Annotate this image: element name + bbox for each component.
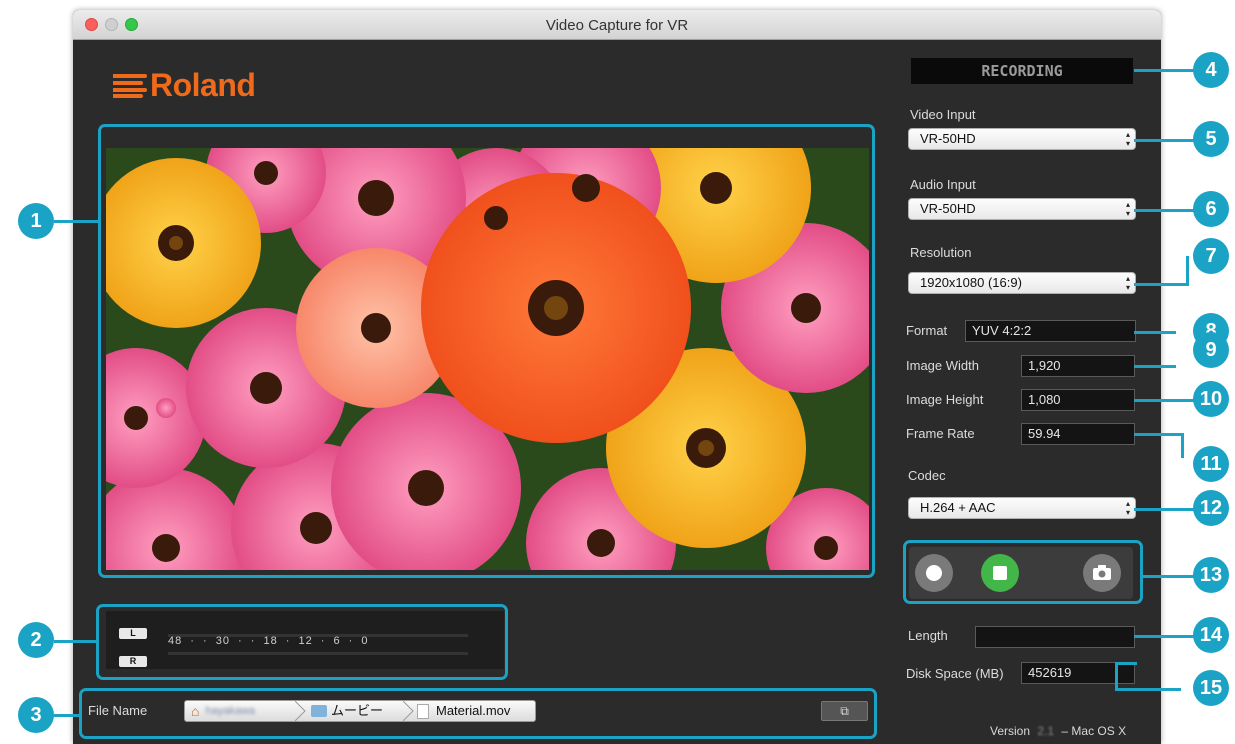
- callout-line-15: [1115, 662, 1137, 665]
- image-height-field: 1,080: [1021, 389, 1135, 411]
- callout-badge-12: 12: [1193, 490, 1229, 526]
- callout-line-15-vertical: [1115, 662, 1118, 690]
- select-arrows-icon: ▴ ▾: [1125, 200, 1130, 218]
- audio-input-select[interactable]: VR-50HD ▴ ▾: [908, 198, 1136, 220]
- callout-badge-11: 11: [1193, 446, 1229, 482]
- highlight-filename: [79, 688, 877, 739]
- resolution-select[interactable]: 1920x1080 (16:9) ▴ ▾: [908, 272, 1136, 294]
- callout-badge-13: 13: [1193, 557, 1229, 593]
- frame-rate-label: Frame Rate: [906, 426, 975, 441]
- format-field: YUV 4:2:2: [965, 320, 1136, 342]
- callout-badge-7: 7: [1193, 238, 1229, 274]
- disk-space-label: Disk Space (MB): [906, 666, 1004, 681]
- callout-line-15-bottom: [1115, 688, 1181, 691]
- callout-badge-14: 14: [1193, 617, 1229, 653]
- callout-badge-10: 10: [1193, 381, 1229, 417]
- video-input-label: Video Input: [910, 107, 976, 122]
- audio-input-label: Audio Input: [910, 177, 976, 192]
- image-height-label: Image Height: [906, 392, 984, 407]
- roland-logo: Roland: [113, 66, 256, 103]
- callout-line-10: [1134, 399, 1196, 402]
- callout-line-1: [54, 220, 100, 223]
- format-label: Format: [906, 323, 948, 338]
- version-platform: – Mac OS X: [1061, 724, 1127, 738]
- callout-badge-6: 6: [1193, 191, 1229, 227]
- select-arrows-icon: ▴ ▾: [1125, 499, 1130, 517]
- roland-mark-icon: [113, 72, 147, 98]
- video-input-value: VR-50HD: [920, 131, 976, 146]
- codec-select[interactable]: H.264 + AAC ▴ ▾: [908, 497, 1136, 519]
- recording-status-display: RECORDING: [911, 58, 1133, 84]
- version-info: Version 2.1 – Mac OS X: [990, 724, 1126, 738]
- resolution-value: 1920x1080 (16:9): [920, 275, 1022, 290]
- length-field: [975, 626, 1135, 648]
- callout-badge-5: 5: [1193, 121, 1229, 157]
- callout-line-11-vertical: [1181, 433, 1184, 458]
- callout-badge-4: 4: [1193, 52, 1229, 88]
- callout-line-7: [1134, 283, 1189, 286]
- codec-value: H.264 + AAC: [920, 500, 996, 515]
- roland-wordmark: Roland: [150, 66, 256, 103]
- highlight-preview: [98, 124, 875, 578]
- audio-input-value: VR-50HD: [920, 201, 976, 216]
- version-label: Version: [990, 724, 1031, 738]
- callout-badge-3: 3: [18, 697, 54, 733]
- callout-badge-1: 1: [18, 203, 54, 239]
- image-width-label: Image Width: [906, 358, 979, 373]
- callout-badge-9: 9: [1193, 332, 1229, 368]
- select-arrows-icon: ▴ ▾: [1125, 274, 1130, 292]
- codec-label: Codec: [908, 468, 946, 483]
- frame-rate-field: 59.94: [1021, 423, 1135, 445]
- highlight-controls: [903, 540, 1143, 604]
- video-input-select[interactable]: VR-50HD ▴ ▾: [908, 128, 1136, 150]
- title-bar: Video Capture for VR: [73, 10, 1161, 40]
- version-number-redacted: 2.1: [1037, 724, 1055, 738]
- highlight-meter: [96, 604, 508, 680]
- callout-line-9: [1134, 365, 1176, 368]
- callout-line-2: [54, 640, 98, 643]
- callout-line-7-vertical: [1186, 256, 1189, 286]
- callout-line-3: [50, 714, 82, 717]
- callout-badge-2: 2: [18, 622, 54, 658]
- callout-line-8: [1134, 331, 1176, 334]
- callout-line-11: [1134, 433, 1184, 436]
- select-arrows-icon: ▴ ▾: [1125, 130, 1130, 148]
- resolution-label: Resolution: [910, 245, 972, 260]
- image-width-field: 1,920: [1021, 355, 1135, 377]
- window-title: Video Capture for VR: [545, 17, 689, 34]
- callout-line-13: [1140, 575, 1194, 578]
- length-label: Length: [908, 628, 948, 643]
- callout-badge-15: 15: [1193, 670, 1229, 706]
